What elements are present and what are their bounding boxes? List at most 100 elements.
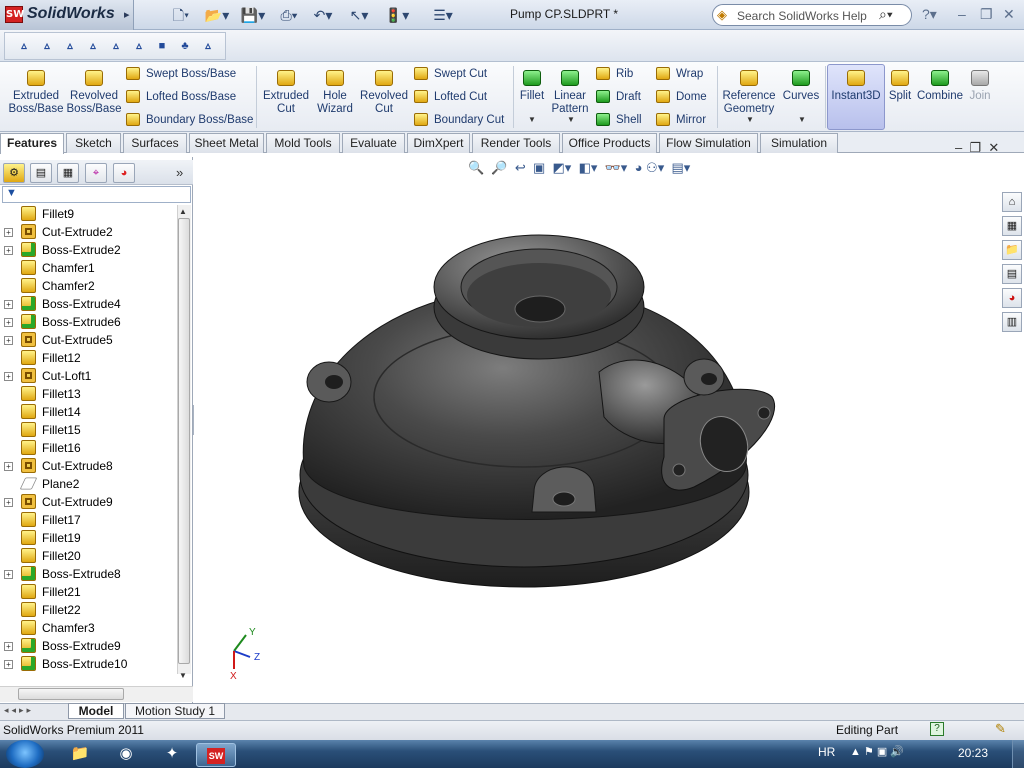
tab-evaluate[interactable]: Evaluate (342, 133, 405, 153)
boundary-boss-base-button[interactable]: Boundary Boss/Base (126, 110, 253, 130)
tab-flow-simulation[interactable]: Flow Simulation (659, 133, 758, 153)
property-manager-tab-icon[interactable]: ▤ (30, 163, 52, 183)
bottom-tab-model[interactable]: Model (68, 703, 124, 719)
swept-boss-base-button[interactable]: Swept Boss/Base (126, 64, 236, 84)
sketch-tool-icon[interactable]: ▵ (82, 36, 104, 56)
rib-button[interactable]: Rib (596, 64, 633, 84)
curves-button[interactable]: Curves (780, 70, 822, 103)
feature-tree-item[interactable]: + Boss-Extrude8 (0, 565, 176, 583)
tab-simulation[interactable]: Simulation (760, 133, 838, 153)
graphics-window-controls[interactable]: – ❐ ✕ (955, 140, 999, 156)
dropdown-arrow-icon[interactable]: ▼ (567, 115, 575, 124)
fillet-button[interactable]: Fillet (516, 70, 548, 103)
scroll-up-icon[interactable]: ▲ (179, 207, 187, 216)
sketch-tool-icon[interactable]: ▵ (59, 36, 81, 56)
open-folder-icon[interactable]: 📂▾ (202, 5, 232, 25)
save-icon[interactable]: 💾▾ (238, 5, 268, 25)
lofted-boss-base-button[interactable]: Lofted Boss/Base (126, 87, 236, 107)
expand-toggle-icon[interactable]: + (4, 228, 13, 237)
lofted-cut-button[interactable]: Lofted Cut (414, 87, 487, 107)
file-explorer-icon[interactable]: 📁 (1002, 240, 1022, 260)
feature-tree-item[interactable]: + Boss-Extrude2 (0, 241, 176, 259)
minimize-icon[interactable]: – (958, 6, 966, 22)
sketch-tool-icon[interactable]: ▵ (197, 36, 219, 56)
instant3d-button[interactable]: Instant3D (828, 70, 884, 103)
feature-filter-input[interactable] (2, 186, 191, 203)
tab-surfaces[interactable]: Surfaces (123, 133, 187, 153)
feature-tree-item[interactable]: + Boss-Extrude10 (0, 655, 176, 673)
custom-properties-icon[interactable]: ▥ (1002, 312, 1022, 332)
sketch-tool-icon[interactable]: ▵ (105, 36, 127, 56)
close-icon[interactable]: ✕ (1003, 6, 1015, 23)
draft-button[interactable]: Draft (596, 87, 641, 107)
expand-toggle-icon[interactable]: + (4, 498, 13, 507)
sketch-tool-icon[interactable]: ▵ (128, 36, 150, 56)
scroll-down-icon[interactable]: ▼ (179, 671, 187, 680)
chrome-icon[interactable]: ◉ (106, 743, 146, 767)
expand-toggle-icon[interactable]: + (4, 336, 13, 345)
dimxpert-tab-icon[interactable]: ⌖ (85, 163, 107, 183)
search-icon[interactable]: ⌕▾ (879, 6, 893, 23)
tab-office-products[interactable]: Office Products (562, 133, 657, 153)
solidworks-taskbar-button[interactable]: SW (196, 743, 236, 767)
expand-toggle-icon[interactable]: + (4, 660, 13, 669)
feature-tree-item[interactable]: Fillet22 (0, 601, 176, 619)
expand-toggle-icon[interactable]: + (4, 462, 13, 471)
tab-sheet-metal[interactable]: Sheet Metal (189, 133, 264, 153)
feature-tree-item[interactable]: Chamfer2 (0, 277, 176, 295)
extruded-boss-base-button[interactable]: Extruded Boss/Base (8, 70, 64, 116)
feature-tree-item[interactable]: Fillet15 (0, 421, 176, 439)
pin-icon[interactable]: ✎ (995, 721, 1006, 737)
feature-tree-item[interactable]: Chamfer3 (0, 619, 176, 637)
feature-tree-item[interactable]: Fillet16 (0, 439, 176, 457)
pinned-app-icon[interactable]: ✦ (152, 743, 192, 767)
tab-scroll-arrows-icon[interactable]: ◂◂▸▸ (4, 705, 34, 716)
pump-cover-model[interactable] (298, 234, 776, 588)
restore-icon[interactable]: ❐ (980, 6, 993, 23)
scroll-thumb[interactable] (178, 218, 190, 664)
split-button[interactable]: Split (886, 70, 914, 103)
expand-toggle-icon[interactable]: + (4, 642, 13, 651)
reference-geometry-button[interactable]: Reference Geometry (720, 70, 778, 116)
start-button[interactable] (6, 740, 44, 768)
language-indicator[interactable]: HR (818, 745, 835, 759)
linear-pattern-button[interactable]: Linear Pattern (548, 70, 592, 116)
dropdown-arrow-icon[interactable]: ▼ (528, 115, 536, 124)
feature-tree-item[interactable]: Fillet17 (0, 511, 176, 529)
feature-tree-item[interactable]: + Cut-Extrude2 (0, 223, 176, 241)
select-arrow-icon[interactable]: ↖▾ (344, 5, 374, 25)
revolved-boss-base-button[interactable]: Revolved Boss/Base (66, 70, 122, 116)
feature-tree-item[interactable]: + Cut-Extrude9 (0, 493, 176, 511)
wrap-button[interactable]: Wrap (656, 64, 703, 84)
swept-cut-button[interactable]: Swept Cut (414, 64, 487, 84)
feature-tree-item[interactable]: Fillet20 (0, 547, 176, 565)
expand-toggle-icon[interactable]: + (4, 570, 13, 579)
system-clock[interactable]: 20:23 (958, 746, 988, 760)
home-icon[interactable]: ⌂ (1002, 192, 1022, 212)
expand-toggle-icon[interactable]: + (4, 300, 13, 309)
tray-icons[interactable]: ▲ ⚑ ▣ 🔊 (850, 745, 904, 758)
display-manager-tab-icon[interactable]: ◕ (113, 163, 135, 183)
tab-sketch[interactable]: Sketch (66, 133, 121, 153)
extruded-cut-button[interactable]: Extruded Cut (259, 70, 313, 116)
new-file-icon[interactable]: 🗋▾ (166, 5, 196, 25)
expand-toggle-icon[interactable]: + (4, 246, 13, 255)
feature-tree-item[interactable]: + Cut-Extrude5 (0, 331, 176, 349)
feature-tree-item[interactable]: Fillet9 (0, 205, 176, 223)
menu-arrow-icon[interactable]: ▸ (124, 8, 130, 21)
undo-icon[interactable]: ↶▾ (308, 5, 338, 25)
print-icon[interactable]: ⎙▾ (274, 5, 304, 25)
app-menu-button[interactable]: SW SolidWorks ▸ (0, 0, 134, 30)
revolved-cut-button[interactable]: Revolved Cut (358, 70, 410, 116)
dome-button[interactable]: Dome (656, 87, 707, 107)
feature-tree-item[interactable]: Fillet14 (0, 403, 176, 421)
expand-toggle-icon[interactable]: + (4, 372, 13, 381)
sketch-tool-icon[interactable]: ▵ (36, 36, 58, 56)
expand-panel-icon[interactable]: » (176, 165, 183, 180)
model-canvas[interactable]: Y Z X (194, 157, 1024, 703)
horizontal-scroll-thumb[interactable] (18, 688, 124, 700)
sketch-tool-icon[interactable]: ▵ (13, 36, 35, 56)
tab-dimxpert[interactable]: DimXpert (407, 133, 470, 153)
explorer-icon[interactable]: 📁 (60, 743, 100, 767)
expand-toggle-icon[interactable]: + (4, 318, 13, 327)
